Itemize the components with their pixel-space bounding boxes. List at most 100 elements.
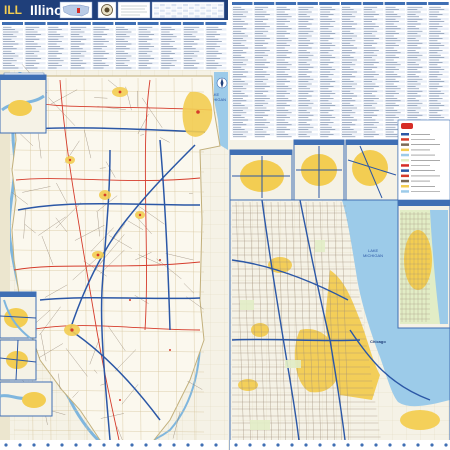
mileage-cell [194,12,200,15]
mileage-cell [188,4,194,7]
mileage-cell [212,6,217,9]
index-column-header [2,22,23,25]
ruler-tick [172,443,176,447]
mileage-cell [154,15,159,18]
mileage-cell [165,6,171,9]
mileage-cell [154,9,159,12]
ruler-tick [214,443,218,447]
mileage-cell [159,6,165,9]
index-column-header [205,22,227,25]
ruler-tick [360,443,364,447]
index-column-header [24,22,46,25]
mileage-cell [200,6,206,9]
ruler-tick [144,443,148,447]
us-locator-icon [59,1,93,19]
ruler-tick [444,443,448,447]
mileage-cell [200,9,206,12]
ruler-tick [88,443,92,447]
mileage-cell [159,15,165,18]
mileage-cell [217,6,223,9]
legend-swatch [401,179,409,183]
inset-rockford [229,149,293,201]
wall-map-poster: ILL Illinois LAKE MICHIGAN LAKE MICHIGAN… [0,0,450,450]
mileage-cell [194,15,200,18]
index-column-header [115,22,136,25]
mileage-cell [212,9,217,12]
mileage-cell [154,6,159,9]
mileage-cell [194,6,200,9]
mileage-cell [165,15,171,18]
legend-swatch [401,148,409,152]
ruler-tick [430,443,434,447]
ruler-tick [332,443,336,447]
ruler-tick [102,443,106,447]
ruler-tick [74,443,78,447]
ruler-tick [262,443,266,447]
inset-champaign [293,139,345,201]
mileage-cell [159,4,165,7]
ruler-tick [318,443,322,447]
ruler-tick [304,443,308,447]
legend-swatch [401,138,409,141]
mileage-cell [206,6,212,9]
ruler-tick [200,443,204,447]
legend-swatch [401,174,409,178]
mileage-cell [165,4,171,7]
mileage-cell [183,9,188,12]
mileage-cell [154,4,159,7]
mileage-cell [177,15,183,18]
mileage-cell [171,9,177,12]
mileage-cell [154,12,159,15]
index-column-header [428,2,449,5]
ruler-tick [18,443,22,447]
ruler-tick [374,443,378,447]
mileage-cell [183,4,188,7]
index-column-header [232,2,253,5]
mileage-cell [206,4,212,7]
mileage-cell [177,6,183,9]
mileage-cell [177,4,183,7]
mileage-cell [217,15,223,18]
index-column-header [319,2,340,5]
mileage-cell [183,12,188,15]
compass-icon [216,77,228,89]
index-column-header [69,22,91,25]
chicago-city-label: Chicago [370,339,386,344]
ruler-tick [402,443,406,447]
mileage-cell [200,12,206,15]
inset-peoria [0,291,37,339]
legend-swatch [401,133,409,136]
lake-label-2: MICHIGAN [363,253,383,258]
index-column-header [160,22,182,25]
mileage-cell [171,15,177,18]
mileage-cell [188,15,194,18]
legend-swatch [401,164,409,167]
mileage-cell [159,12,165,15]
mileage-cell [206,12,212,15]
ruler-tick [416,443,420,447]
ruler-tick [186,443,190,447]
mileage-cell [212,4,217,7]
ruler-tick [4,443,8,447]
index-column-header [182,22,204,25]
mileage-cell [171,4,177,7]
mileage-cell [177,9,183,12]
legend-swatch [401,153,409,157]
mileage-cell [217,12,223,15]
ruler-tick [388,443,392,447]
index-column-header [406,2,427,5]
mileage-cell [200,15,206,18]
index-column-header [384,2,406,5]
ruler-tick [32,443,36,447]
mileage-cell [171,6,177,9]
legend-swatch [401,159,409,162]
index-column-header [253,2,275,5]
ruler-tick [276,443,280,447]
mileage-cell [183,6,188,9]
mileage-cell [188,6,194,9]
index-column-header [92,22,114,25]
mileage-cell [194,4,200,7]
mileage-cell [212,12,217,15]
map-canvas: ILL Illinois LAKE MICHIGAN LAKE MICHIGAN… [0,0,450,450]
ruler-tick [158,443,162,447]
